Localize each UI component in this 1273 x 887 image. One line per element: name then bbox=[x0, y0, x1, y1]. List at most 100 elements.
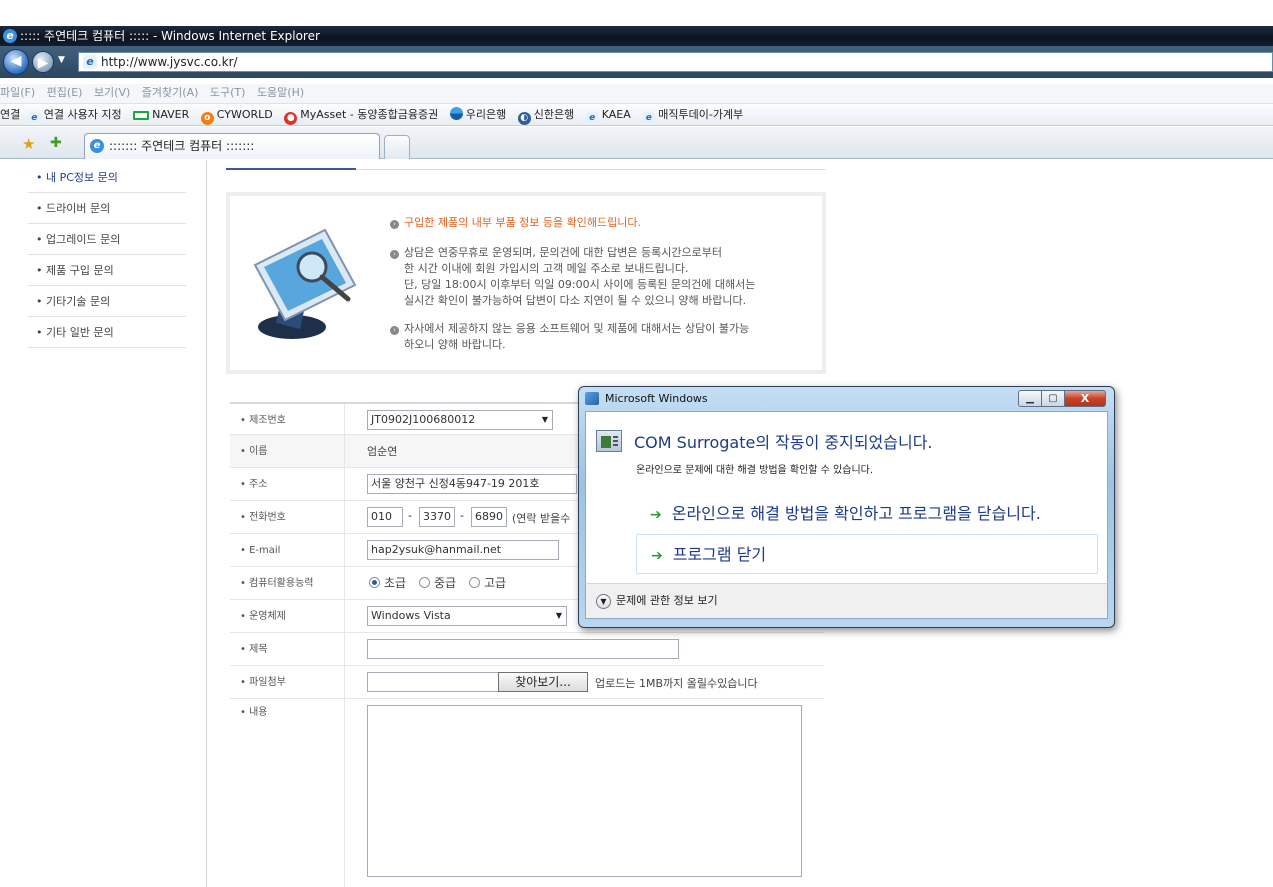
bullet-icon: › bbox=[390, 220, 399, 229]
notice-line: 단, 당일 18:00시 이후부터 익일 09:00시 사이에 등록된 문의건에… bbox=[404, 278, 756, 291]
link-cyworld[interactable]: o CYWORLD bbox=[200, 104, 273, 126]
field-label: • 이름 bbox=[230, 435, 344, 467]
phone-dash: - bbox=[460, 509, 464, 522]
notice-line: › 구입한 제품의 내부 부품 정보 등을 확인해드립니다. bbox=[390, 215, 641, 230]
notice-line: 하오니 양해 바랍니다. bbox=[404, 338, 506, 351]
menu-help[interactable]: 도움말(H) bbox=[257, 86, 304, 99]
sidebar-item-purchase[interactable]: • 제품 구입 문의 bbox=[28, 255, 186, 286]
os-select[interactable]: Windows Vista ▼ bbox=[367, 606, 567, 626]
dialog-footer: ▼ 문제에 관한 정보 보기 bbox=[585, 583, 1108, 619]
shinhan-icon: ◐ bbox=[517, 112, 531, 125]
radio-icon bbox=[469, 577, 480, 588]
skill-radio-intermediate[interactable]: 중급 bbox=[419, 567, 456, 600]
phone-input-1[interactable]: 010 bbox=[367, 507, 403, 527]
address-input[interactable]: 서울 양천구 신정4동947-19 201호 bbox=[367, 474, 577, 494]
sidebar-item-pc-info[interactable]: • 내 PC정보 문의 bbox=[28, 162, 186, 193]
link-shinhan[interactable]: ◐ 신한은행 bbox=[517, 104, 574, 126]
sidebar-item-general[interactable]: • 기타 일반 문의 bbox=[28, 317, 186, 348]
phone-note: (연락 받을수 bbox=[512, 512, 571, 525]
back-button[interactable]: ◀ bbox=[3, 49, 29, 75]
monitor-magnifier-icon bbox=[253, 228, 357, 339]
notice-line: 실시간 확인이 불가능하여 답변이 다소 지연이 될 수 있으니 양해 바랍니다… bbox=[404, 294, 747, 307]
link-kaea[interactable]: e KAEA bbox=[585, 104, 631, 126]
attach-note: 업로드는 1MB까지 올릴수있습니다 bbox=[595, 677, 758, 690]
field-label: • 컴퓨터활용능력 bbox=[240, 578, 314, 589]
sidebar-item-upgrade[interactable]: • 업그레이드 문의 bbox=[28, 224, 186, 255]
ie-icon: e bbox=[90, 139, 104, 153]
menu-favorites[interactable]: 즐겨찾기(A) bbox=[142, 86, 199, 99]
menu-bar: 파일(F) 편집(E) 보기(V) 즐겨찾기(A) 도구(T) 도움말(H) bbox=[0, 84, 1273, 104]
radio-icon bbox=[369, 577, 380, 588]
recent-pages-dropdown-icon[interactable]: ▼ bbox=[58, 55, 65, 65]
form-row-content: • 내용 bbox=[230, 699, 824, 887]
bullet-icon: › bbox=[390, 326, 399, 335]
field-label: • 전화번호 bbox=[240, 512, 286, 523]
form-row-subject: • 제목 bbox=[230, 633, 824, 666]
phone-input-3[interactable]: 6890 bbox=[471, 507, 507, 527]
add-favorite-icon[interactable]: ✚ bbox=[50, 135, 62, 151]
menu-view[interactable]: 보기(V) bbox=[94, 86, 130, 99]
tab-jooyontech[interactable]: e ::::::: 주연테크 컴퓨터 ::::::: bbox=[84, 133, 380, 159]
skill-radio-advanced[interactable]: 고급 bbox=[469, 567, 506, 600]
favorites-center-icon[interactable]: ★ bbox=[22, 135, 35, 153]
arrow-right-icon: ➔ bbox=[651, 548, 663, 564]
link-woori[interactable]: 우리은행 bbox=[449, 104, 506, 126]
notice-line: 한 시간 이내에 회원 가입시의 고객 메일 주소로 보내드립니다. bbox=[404, 262, 689, 275]
sidebar-item-tech[interactable]: • 기타기술 문의 bbox=[28, 286, 186, 317]
check-online-solution-button[interactable]: ➔ 온라인으로 해결 방법을 확인하고 프로그램을 닫습니다. bbox=[636, 494, 1098, 534]
dialog-body: COM Surrogate의 작동이 중지되었습니다. 온라인으로 문제에 대한… bbox=[585, 411, 1108, 591]
link-customize[interactable]: e 연결 사용자 지정 bbox=[27, 104, 122, 126]
menu-file[interactable]: 파일(F) bbox=[0, 86, 35, 99]
myasset-icon: ● bbox=[284, 112, 298, 125]
woori-icon bbox=[449, 107, 463, 120]
window-title-bar: e ::::: 주연테크 컴퓨터 ::::: - Windows Interne… bbox=[0, 26, 1273, 46]
forward-button[interactable]: ▶ bbox=[32, 51, 54, 73]
field-label: • 내용 bbox=[240, 707, 268, 718]
address-text: http://www.jysvc.co.kr/ bbox=[101, 55, 238, 69]
maximize-button[interactable]: ▢ bbox=[1041, 390, 1065, 407]
phone-dash: - bbox=[408, 509, 412, 522]
field-label: • 파일첨부 bbox=[240, 677, 286, 688]
menu-edit[interactable]: 편집(E) bbox=[47, 86, 83, 99]
ie-icon: e bbox=[27, 112, 41, 125]
application-icon bbox=[596, 430, 622, 452]
subject-input[interactable] bbox=[367, 639, 679, 659]
ie-icon: e bbox=[642, 112, 656, 125]
field-label: • 제조번호 bbox=[240, 415, 286, 426]
serial-select[interactable]: JT0902J100680012 ▼ bbox=[367, 410, 553, 430]
form-row-attach: • 파일첨부 찾아보기... 업로드는 1MB까지 올릴수있습니다 bbox=[230, 666, 824, 699]
show-details-toggle[interactable]: ▼ 문제에 관한 정보 보기 bbox=[596, 593, 718, 609]
arrow-right-icon: ➔ bbox=[650, 507, 662, 523]
dropdown-arrow-icon: ▼ bbox=[555, 611, 562, 620]
close-button[interactable]: X bbox=[1064, 390, 1106, 407]
skill-radio-beginner[interactable]: 초급 bbox=[369, 567, 406, 600]
windows-logo-icon bbox=[585, 392, 599, 405]
menu-tools[interactable]: 도구(T) bbox=[210, 86, 246, 99]
file-path-input[interactable] bbox=[367, 672, 499, 692]
minimize-button[interactable]: ▁ bbox=[1018, 390, 1042, 407]
link-magictoday[interactable]: e 매직투데이-가계부 bbox=[642, 104, 743, 126]
sidebar-item-driver[interactable]: • 드라이버 문의 bbox=[28, 193, 186, 224]
tab-title: ::::::: 주연테크 컴퓨터 ::::::: bbox=[109, 139, 255, 153]
phone-input-2[interactable]: 3370 bbox=[419, 507, 455, 527]
address-toolbar: ◀ ▶ ▼ e http://www.jysvc.co.kr/ bbox=[0, 46, 1273, 78]
tab-bar: ★ ✚ e ::::::: 주연테크 컴퓨터 ::::::: bbox=[0, 127, 1273, 159]
new-tab-button[interactable] bbox=[384, 135, 410, 159]
email-input[interactable]: hap2ysuk@hanmail.net bbox=[367, 540, 559, 560]
ie-icon: e bbox=[3, 29, 17, 43]
address-input[interactable]: e http://www.jysvc.co.kr/ bbox=[78, 52, 1273, 72]
browse-button[interactable]: 찾아보기... bbox=[498, 672, 588, 692]
bullet-icon: › bbox=[390, 250, 399, 259]
field-label: • E-mail bbox=[240, 545, 281, 556]
link-naver[interactable]: NAVER bbox=[133, 104, 189, 126]
notice-line: › 자사에서 제공하지 않는 응용 소프트웨어 및 제품에 대해서는 상담이 불가… bbox=[390, 321, 749, 336]
dialog-subtext: 온라인으로 문제에 대한 해결 방법을 확인할 수 있습니다. bbox=[636, 465, 874, 476]
close-program-button[interactable]: ➔ 프로그램 닫기 bbox=[636, 534, 1098, 574]
links-bar: 연결 e 연결 사용자 지정 NAVER o CYWORLD ● MyAsset - … bbox=[0, 104, 1273, 126]
content-textarea[interactable] bbox=[367, 705, 802, 877]
naver-icon bbox=[133, 111, 150, 120]
link-myasset[interactable]: ● MyAsset - 동양종합금융증권 bbox=[284, 104, 438, 126]
notice-line: › 상담은 연중무휴로 운영되며, 문의건에 대한 답변은 등록시간으로부터 bbox=[390, 245, 722, 260]
sidebar-menu: • 내 PC정보 문의 • 드라이버 문의 • 업그레이드 문의 • 제품 구입… bbox=[28, 162, 186, 348]
radio-icon bbox=[419, 577, 430, 588]
